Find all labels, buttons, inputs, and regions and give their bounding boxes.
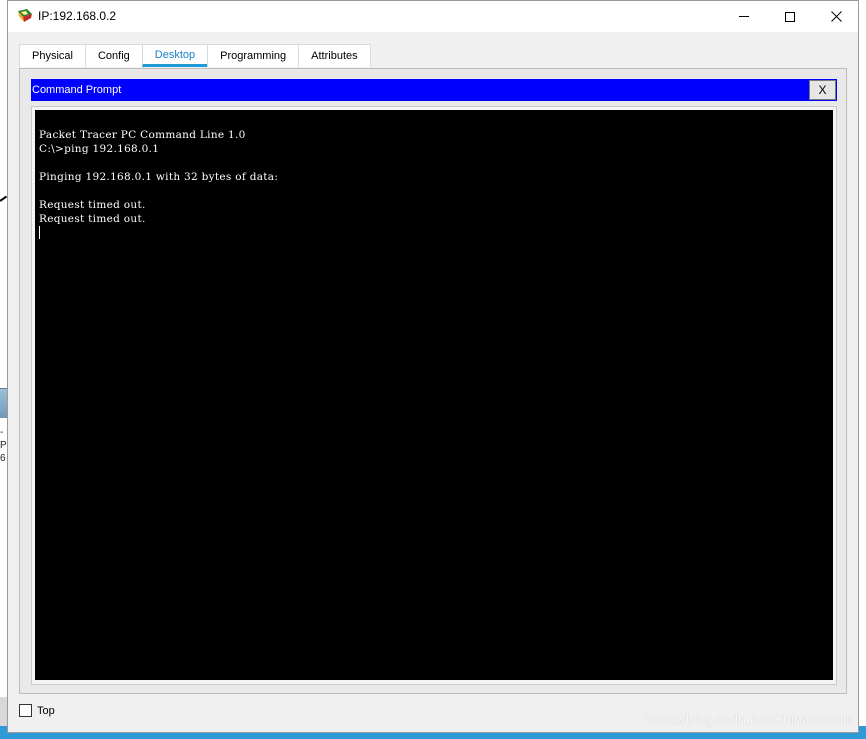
- top-toggle[interactable]: Top: [19, 704, 55, 717]
- maximize-icon: [785, 11, 795, 22]
- window-title: IP:192.168.0.2: [38, 9, 117, 23]
- tab-desktop[interactable]: Desktop: [141, 44, 209, 67]
- device-window: IP:192.168.0.2 Physical Config Desktop P…: [7, 0, 859, 733]
- tab-programming[interactable]: Programming: [207, 44, 300, 67]
- desktop-panel: Command Prompt X Packet Tracer PC Comman…: [19, 68, 847, 694]
- terminal-frame: Packet Tracer PC Command Line 1.0 C:\>pi…: [31, 106, 837, 685]
- text-cursor: [39, 226, 40, 239]
- packet-tracer-app-icon: [18, 9, 32, 22]
- terminal-input-line[interactable]: [39, 226, 829, 240]
- terminal-line: Packet Tracer PC Command Line 1.0: [39, 129, 246, 141]
- terminal-line: Request timed out.: [39, 199, 146, 211]
- tab-physical[interactable]: Physical: [19, 44, 86, 67]
- close-icon: [830, 11, 842, 22]
- terminal-line: C:\>ping 192.168.0.1: [39, 143, 160, 155]
- tab-config[interactable]: Config: [84, 44, 143, 67]
- command-prompt-titlebar: Command Prompt X: [31, 79, 837, 101]
- tab-strip: Physical Config Desktop Programming Attr…: [19, 44, 371, 68]
- watermark: https://blog.csdn.net/ChinaNebula: [643, 711, 854, 727]
- window-titlebar[interactable]: IP:192.168.0.2: [8, 1, 858, 32]
- maximize-button[interactable]: [767, 1, 813, 32]
- top-checkbox-label: Top: [37, 704, 55, 717]
- minimize-icon: [739, 16, 749, 17]
- terminal-line: Request timed out.: [39, 213, 146, 225]
- close-window-button[interactable]: [813, 1, 859, 32]
- command-prompt-close-button[interactable]: X: [809, 80, 836, 100]
- minimize-button[interactable]: [721, 1, 767, 32]
- terminal-line: Pinging 192.168.0.1 with 32 bytes of dat…: [39, 171, 279, 183]
- command-prompt-title: Command Prompt: [32, 84, 122, 96]
- terminal-output[interactable]: Packet Tracer PC Command Line 1.0 C:\>pi…: [35, 110, 833, 680]
- top-checkbox[interactable]: [19, 704, 32, 717]
- tab-attributes[interactable]: Attributes: [298, 44, 371, 67]
